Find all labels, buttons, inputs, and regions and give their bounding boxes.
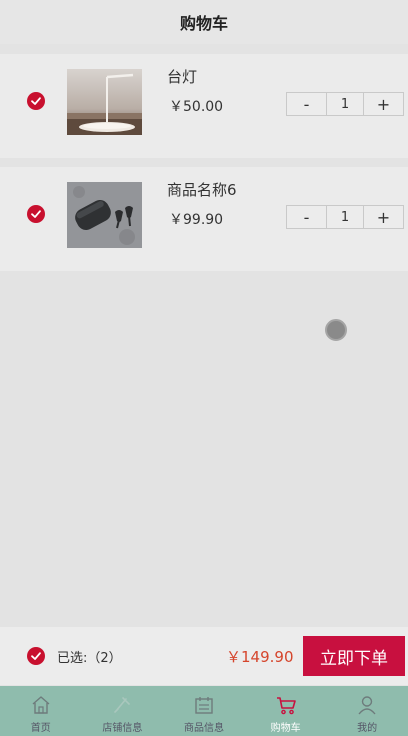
- tab-mine[interactable]: 我的: [326, 686, 408, 736]
- earbuds-case-image: [67, 182, 142, 248]
- increase-button[interactable]: +: [364, 206, 403, 228]
- cart-item: 台灯 ￥50.00 - 1 +: [0, 54, 408, 158]
- tab-label: 店铺信息: [102, 723, 143, 734]
- quantity-value[interactable]: 1: [326, 93, 364, 115]
- decrease-button[interactable]: -: [287, 93, 326, 115]
- increase-button[interactable]: +: [364, 93, 403, 115]
- tab-home[interactable]: 首页: [0, 686, 82, 736]
- product-thumbnail[interactable]: [67, 182, 142, 248]
- cart-item: 商品名称6 ￥99.90 - 1 +: [0, 167, 408, 271]
- desk-lamp-image: [67, 69, 142, 135]
- page-title: 购物车: [179, 14, 228, 33]
- product-name[interactable]: 台灯: [167, 66, 197, 87]
- user-icon: [358, 696, 376, 715]
- tab-label: 我的: [357, 723, 378, 734]
- product-thumbnail[interactable]: [67, 69, 142, 135]
- calendar-icon: [195, 697, 213, 714]
- check-icon: [31, 210, 41, 218]
- product-name[interactable]: 商品名称6: [167, 179, 237, 200]
- item-checkbox[interactable]: [27, 92, 45, 110]
- item-checkbox[interactable]: [27, 205, 45, 223]
- select-all-checkbox[interactable]: [27, 647, 45, 665]
- tab-label: 商品信息: [183, 723, 224, 734]
- bottom-tab-bar: 首页 店铺信息 商品信息 购物车 我的: [0, 686, 408, 736]
- product-price: ￥50.00: [169, 99, 224, 115]
- store-icon: [114, 697, 131, 713]
- tab-cart[interactable]: 购物车: [245, 686, 327, 736]
- tab-label: 首页: [30, 723, 51, 734]
- cart-icon: [276, 697, 296, 715]
- tab-product-info[interactable]: 商品信息: [163, 686, 245, 736]
- decrease-button[interactable]: -: [287, 206, 326, 228]
- tab-label: 购物车: [270, 723, 301, 734]
- home-icon: [32, 696, 50, 714]
- tab-store-info[interactable]: 店铺信息: [82, 686, 164, 736]
- place-order-button[interactable]: 立即下单: [303, 636, 405, 676]
- quantity-stepper: - 1 +: [286, 205, 404, 229]
- product-price: ￥99.90: [169, 212, 224, 228]
- selected-count: 已选:（2）: [57, 651, 122, 666]
- total-price: ￥149.90: [226, 648, 294, 666]
- checkout-bar: 已选:（2） ￥149.90 立即下单: [0, 627, 408, 685]
- check-icon: [31, 652, 41, 660]
- page-header: 购物车: [0, 0, 408, 44]
- touch-indicator: [325, 319, 347, 341]
- quantity-stepper: - 1 +: [286, 92, 404, 116]
- quantity-value[interactable]: 1: [326, 206, 364, 228]
- check-icon: [31, 97, 41, 105]
